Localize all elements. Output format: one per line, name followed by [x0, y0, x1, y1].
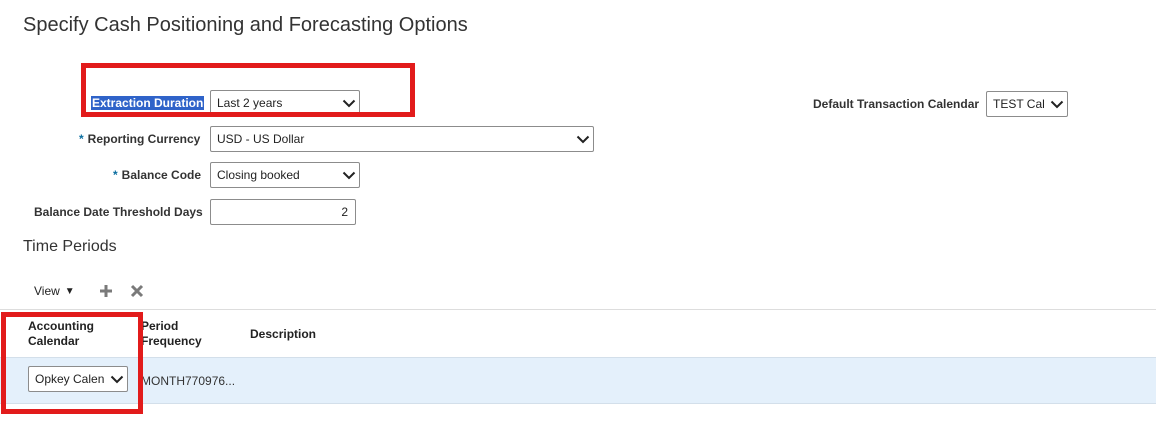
table-header: Accounting Calendar Period Frequency Des…	[0, 309, 1156, 358]
period-frequency-cell: MONTH770976...	[141, 374, 236, 388]
balance-code-label-text: Balance Code	[121, 168, 202, 182]
chevron-down-icon	[339, 91, 359, 115]
extraction-duration-select[interactable]: Last 2 years	[210, 90, 360, 116]
chevron-down-icon	[107, 367, 127, 391]
column-header-description[interactable]: Description	[250, 327, 316, 342]
view-menu-button[interactable]: View ▼	[34, 284, 75, 298]
reporting-currency-label-text: Reporting Currency	[87, 132, 201, 146]
chevron-down-icon	[1047, 92, 1067, 116]
balance-code-label: * Balance Code	[113, 168, 201, 182]
default-transaction-calendar-select[interactable]: TEST Cal	[986, 91, 1068, 117]
extraction-duration-label: Extraction Duration	[91, 96, 205, 110]
reporting-currency-select[interactable]: USD - US Dollar	[210, 126, 594, 152]
x-icon[interactable]	[130, 284, 144, 298]
accounting-calendar-value: Opkey Calen	[35, 372, 105, 386]
caret-down-icon: ▼	[64, 285, 75, 297]
balance-code-select[interactable]: Closing booked	[210, 162, 360, 188]
chevron-down-icon	[339, 163, 359, 187]
view-menu-label: View	[34, 284, 60, 298]
default-transaction-calendar-value: TEST Cal	[993, 97, 1045, 111]
reporting-currency-value: USD - US Dollar	[217, 132, 305, 146]
extraction-duration-label-text: Extraction Duration	[91, 96, 205, 110]
balance-code-value: Closing booked	[217, 168, 300, 182]
reporting-currency-label: * Reporting Currency	[79, 132, 200, 146]
default-transaction-calendar-label: Default Transaction Calendar	[813, 97, 980, 111]
time-periods-toolbar: View ▼	[34, 284, 144, 298]
column-header-period-frequency[interactable]: Period Frequency	[141, 319, 202, 349]
time-periods-title: Time Periods	[23, 238, 117, 255]
extraction-duration-value: Last 2 years	[217, 96, 283, 110]
plus-icon[interactable]	[99, 284, 113, 298]
required-marker: *	[113, 168, 118, 182]
chevron-down-icon	[573, 127, 593, 151]
required-marker: *	[79, 132, 84, 146]
accounting-calendar-select[interactable]: Opkey Calen	[28, 366, 128, 392]
table-row[interactable]: Opkey Calen MONTH770976...	[0, 357, 1156, 404]
page-title: Specify Cash Positioning and Forecasting…	[23, 14, 468, 36]
balance-date-threshold-days-input[interactable]	[210, 199, 356, 225]
column-header-accounting-calendar[interactable]: Accounting Calendar	[28, 319, 94, 349]
balance-date-threshold-days-label: Balance Date Threshold Days	[34, 205, 203, 219]
